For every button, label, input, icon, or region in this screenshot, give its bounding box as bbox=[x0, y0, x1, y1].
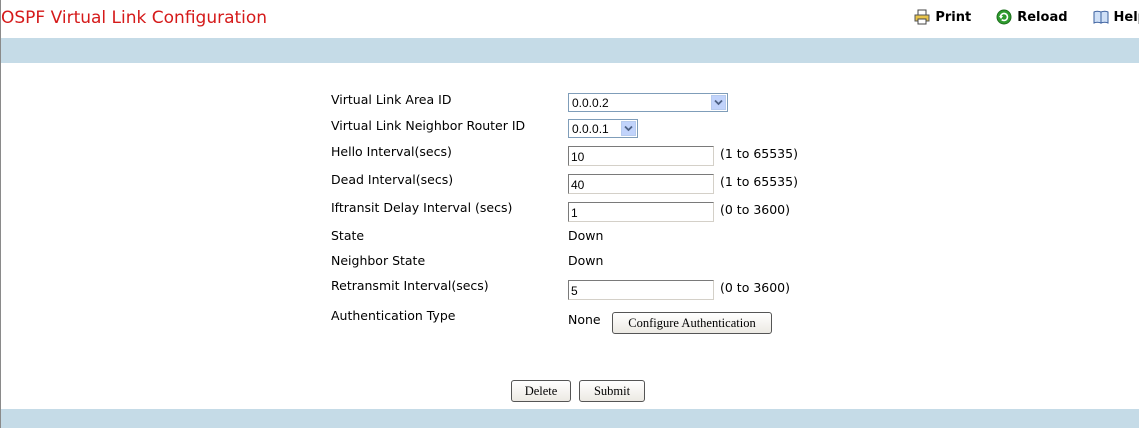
dead-interval-label: Dead Interval(secs) bbox=[331, 172, 454, 187]
reload-label: Reload bbox=[1017, 9, 1068, 25]
print-button[interactable]: Print bbox=[914, 9, 971, 25]
dead-interval-input[interactable]: 40 bbox=[568, 174, 714, 194]
dead-interval-range: (1 to 65535) bbox=[720, 174, 798, 189]
retransmit-interval-label: Retransmit Interval(secs) bbox=[331, 278, 489, 293]
configure-authentication-button[interactable]: Configure Authentication bbox=[612, 312, 772, 334]
authentication-type-value: None bbox=[568, 312, 601, 327]
area-id-label: Virtual Link Area ID bbox=[331, 92, 452, 107]
chevron-down-icon bbox=[621, 121, 636, 136]
retransmit-interval-input[interactable]: 5 bbox=[568, 280, 714, 300]
area-id-select[interactable]: 0.0.0.2 bbox=[568, 93, 728, 112]
printer-icon bbox=[914, 9, 930, 25]
row-retransmit-interval: Retransmit Interval(secs) 5 (0 to 3600) bbox=[331, 276, 1031, 300]
state-value: Down bbox=[568, 228, 604, 243]
reload-button[interactable]: Reload bbox=[996, 9, 1068, 25]
neighbor-state-label: Neighbor State bbox=[331, 253, 426, 268]
row-neighbor-router-id: Virtual Link Neighbor Router ID 0.0.0.1 bbox=[331, 116, 1031, 140]
hello-interval-label: Hello Interval(secs) bbox=[331, 144, 452, 159]
row-authentication: Authentication Type None Configure Authe… bbox=[331, 306, 1031, 334]
header-band bbox=[1, 38, 1139, 63]
hello-interval-range: (1 to 65535) bbox=[720, 146, 798, 161]
row-dead-interval: Dead Interval(secs) 40 (1 to 65535) bbox=[331, 170, 1031, 194]
footer-band bbox=[1, 409, 1139, 428]
page-title: OSPF Virtual Link Configuration bbox=[1, 8, 268, 28]
neighbor-router-id-select[interactable]: 0.0.0.1 bbox=[568, 119, 638, 138]
authentication-type-label: Authentication Type bbox=[331, 308, 456, 323]
state-label: State bbox=[331, 228, 365, 243]
chevron-down-icon bbox=[711, 95, 726, 110]
row-neighbor-state: Neighbor State Down bbox=[331, 251, 1031, 275]
submit-button[interactable]: Submit bbox=[579, 380, 645, 402]
neighbor-state-value: Down bbox=[568, 253, 604, 268]
neighbor-router-id-label: Virtual Link Neighbor Router ID bbox=[331, 118, 526, 133]
help-label: Help bbox=[1113, 9, 1139, 25]
delete-button[interactable]: Delete bbox=[511, 380, 571, 402]
area-id-value: 0.0.0.2 bbox=[572, 96, 609, 110]
help-button[interactable]: Help bbox=[1093, 9, 1139, 25]
row-hello-interval: Hello Interval(secs) 10 (1 to 65535) bbox=[331, 142, 1031, 166]
retransmit-interval-range: (0 to 3600) bbox=[720, 280, 791, 295]
hello-interval-input[interactable]: 10 bbox=[568, 146, 714, 166]
iftransit-delay-label: Iftransit Delay Interval (secs) bbox=[331, 200, 513, 215]
row-area-id: Virtual Link Area ID 0.0.0.2 bbox=[331, 90, 1031, 114]
toolbar: Print Reload Help bbox=[889, 9, 1139, 25]
reload-icon bbox=[996, 9, 1012, 25]
iftransit-delay-input[interactable]: 1 bbox=[568, 202, 714, 222]
row-state: State Down bbox=[331, 226, 1031, 250]
help-book-icon bbox=[1093, 9, 1109, 25]
iftransit-delay-range: (0 to 3600) bbox=[720, 202, 791, 217]
neighbor-router-id-value: 0.0.0.1 bbox=[572, 122, 609, 136]
row-iftransit-delay: Iftransit Delay Interval (secs) 1 (0 to … bbox=[331, 198, 1031, 222]
print-label: Print bbox=[935, 9, 972, 25]
